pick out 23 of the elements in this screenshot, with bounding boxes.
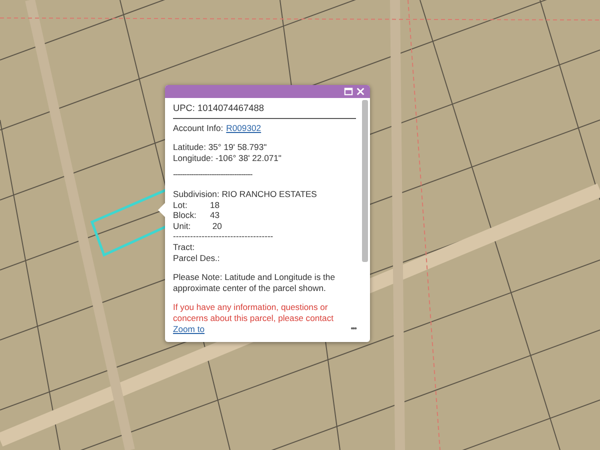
separator-text: -----------------------------------	[173, 231, 274, 242]
account-label: Account Info:	[173, 122, 224, 134]
zoom-to-link[interactable]: Zoom to	[173, 324, 205, 334]
upc-title: UPC: 1014074467488	[173, 101, 356, 119]
field-label: Parcel Des.:	[173, 252, 221, 264]
field-label: Unit:	[173, 220, 192, 232]
more-button[interactable]: •••	[350, 324, 356, 334]
field-label: Tract:	[173, 242, 196, 253]
field-label: Block:	[173, 210, 198, 221]
longitude-text: Longitude: -106° 38' 22.071"	[173, 152, 282, 164]
field-value: 18	[210, 200, 220, 210]
contact-text: If you have any information, questions or concerns about this parcel, please contact	[173, 302, 335, 324]
field-value: 20	[211, 220, 222, 232]
subdivision-text: Subdivision: RIO RANCHO ESTATES	[173, 188, 318, 200]
field-value: 43	[210, 210, 220, 221]
close-icon[interactable]	[356, 87, 365, 96]
scrollbar[interactable]	[362, 100, 368, 262]
latitude-text: Latitude: 35° 19' 58.793"	[173, 142, 268, 153]
account-link[interactable]: R009302	[226, 122, 262, 134]
note-text: Please Note: Latitude and Longitude is the approximate center of the parcel shown.	[173, 272, 336, 294]
field-label: Lot:	[173, 200, 188, 210]
maximize-icon[interactable]	[344, 87, 353, 96]
separator-text: -----------------------------------	[173, 169, 254, 180]
